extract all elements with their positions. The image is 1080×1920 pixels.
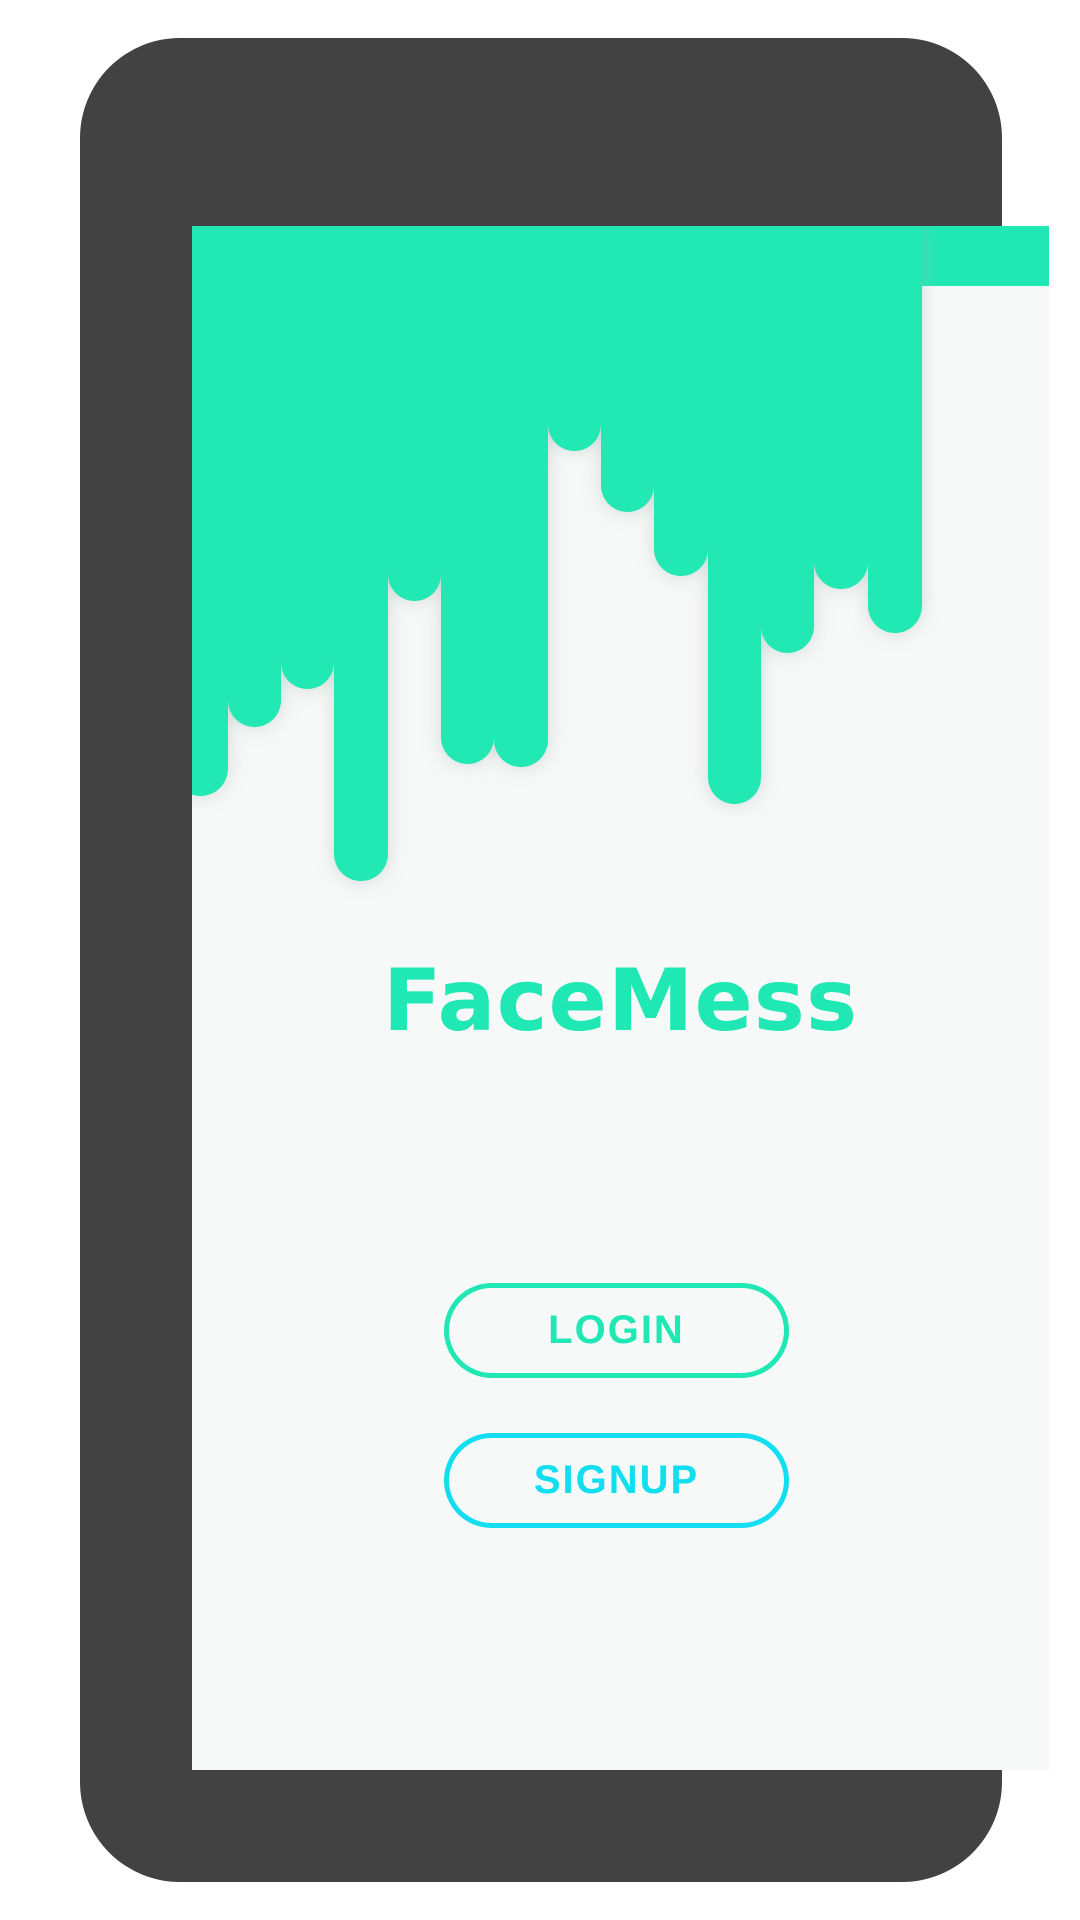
drip-4 bbox=[334, 226, 388, 881]
drip-3 bbox=[281, 226, 334, 689]
drip-11 bbox=[708, 226, 761, 804]
drip-1 bbox=[192, 226, 228, 796]
login-button-label: LOGIN bbox=[548, 1308, 685, 1352]
drip-8 bbox=[548, 226, 601, 451]
drip-6 bbox=[441, 226, 494, 764]
phone-frame: FaceMess LOGIN SIGNUP bbox=[80, 38, 1049, 1882]
drip-5 bbox=[388, 226, 441, 601]
signup-button[interactable]: SIGNUP bbox=[444, 1433, 789, 1528]
login-button[interactable]: LOGIN bbox=[444, 1283, 789, 1378]
app-title: FaceMess bbox=[382, 951, 859, 1051]
drip-10 bbox=[654, 226, 708, 576]
signup-button-label: SIGNUP bbox=[533, 1458, 700, 1502]
drip-9 bbox=[601, 226, 654, 512]
drip-12 bbox=[761, 226, 814, 653]
drip-7 bbox=[494, 226, 548, 767]
drip-13 bbox=[814, 226, 868, 589]
drip-2 bbox=[228, 226, 281, 727]
app-screen: FaceMess LOGIN SIGNUP bbox=[192, 226, 1049, 1770]
drip-14 bbox=[868, 226, 922, 633]
